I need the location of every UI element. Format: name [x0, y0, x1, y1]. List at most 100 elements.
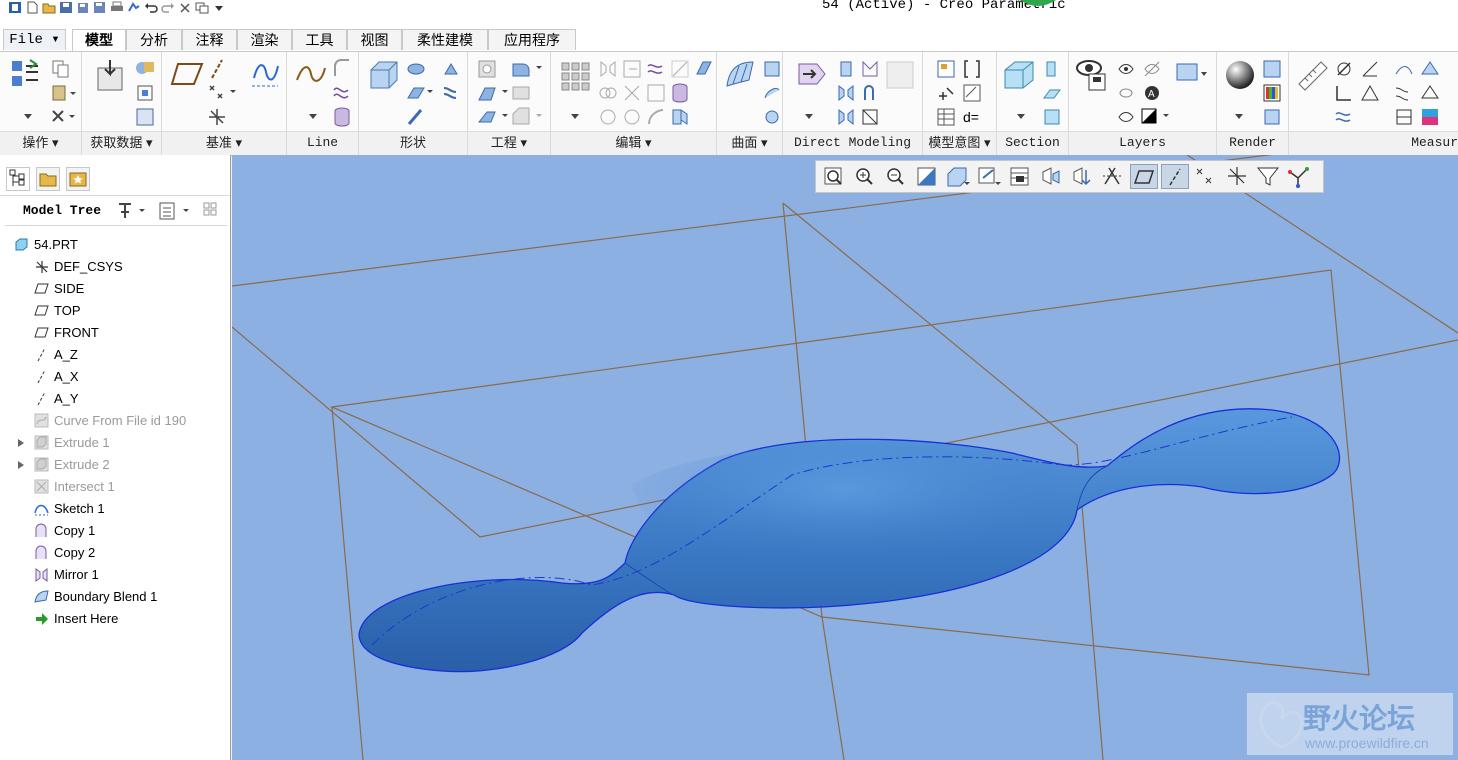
boundary-blend-surface[interactable] — [358, 408, 1341, 673]
sketch-icon[interactable] — [250, 58, 280, 90]
print-icon[interactable] — [110, 1, 124, 14]
tab-folder-browser[interactable] — [36, 167, 60, 191]
copy-icon[interactable] — [50, 58, 72, 80]
new-icon[interactable] — [25, 1, 39, 14]
scene-icon[interactable] — [1223, 58, 1257, 92]
distance-icon[interactable] — [1333, 58, 1355, 80]
display-style-icon[interactable] — [1139, 106, 1173, 128]
hide-dropdown-icon[interactable] — [1115, 106, 1137, 128]
simulation-icon[interactable] — [1285, 164, 1313, 189]
dropdown-icon[interactable] — [305, 110, 323, 124]
tab-model[interactable]: 模型 — [72, 29, 126, 52]
mirror-icon[interactable] — [597, 58, 619, 80]
dropdown-icon[interactable] — [801, 110, 819, 124]
delete-icon[interactable] — [50, 108, 78, 126]
tab-file[interactable]: File ▾ — [3, 29, 66, 50]
symmetry-icon[interactable] — [835, 106, 857, 128]
windows-icon[interactable] — [195, 1, 209, 14]
section-view-icon[interactable] — [1001, 58, 1037, 92]
dropdown-icon[interactable] — [1013, 110, 1031, 124]
user-defined-feature-icon[interactable] — [94, 58, 130, 94]
save-backup-icon[interactable] — [93, 1, 107, 14]
shell-icon[interactable] — [476, 82, 510, 104]
draft-analysis-icon[interactable] — [1393, 106, 1415, 128]
section-analysis-icon[interactable] — [1419, 58, 1441, 80]
draft-icon[interactable] — [476, 106, 510, 128]
display-style-icon[interactable] — [944, 164, 972, 189]
point-display-icon[interactable] — [1192, 164, 1220, 189]
section-zone-icon[interactable] — [1041, 106, 1063, 128]
tab-model-tree[interactable] — [6, 167, 30, 191]
render-window-icon[interactable] — [1261, 58, 1283, 80]
relations-table-icon[interactable] — [961, 82, 983, 104]
wrap-curve-icon[interactable] — [597, 106, 619, 128]
redo-icon[interactable] — [161, 1, 175, 14]
room-icon[interactable] — [1261, 106, 1283, 128]
group-label-engineering[interactable]: 工程 ▾ — [468, 131, 550, 155]
offset-icon[interactable] — [669, 58, 691, 80]
edit-chamfer-icon[interactable] — [859, 106, 881, 128]
length-icon[interactable] — [1333, 82, 1355, 104]
switch-dimensions-icon[interactable] — [935, 82, 957, 104]
tab-favorites[interactable] — [66, 167, 90, 191]
mirror-geometry-icon[interactable] — [835, 82, 857, 104]
zoom-out-icon[interactable] — [882, 164, 910, 189]
regenerate-icon[interactable] — [10, 58, 44, 92]
freestyle-icon[interactable] — [761, 106, 783, 128]
group-label-editing[interactable]: 编辑 ▾ — [551, 131, 716, 155]
hole-icon[interactable] — [476, 58, 498, 80]
merge-inheritance-icon[interactable] — [134, 106, 156, 128]
style-icon[interactable] — [761, 82, 783, 104]
hide-icon[interactable] — [1115, 58, 1137, 80]
project-icon[interactable] — [645, 82, 667, 104]
sweep-icon[interactable] — [405, 82, 435, 104]
wrap-icon[interactable] — [331, 82, 353, 104]
pattern-recognition-icon[interactable] — [859, 58, 881, 80]
split-icon[interactable] — [645, 106, 667, 128]
dropdown-icon[interactable] — [567, 110, 585, 124]
bill-of-materials-icon[interactable] — [935, 106, 957, 128]
group-label-datum[interactable]: 基准 ▾ — [162, 131, 286, 155]
appearance-icon[interactable] — [1254, 164, 1282, 189]
save-icon[interactable] — [59, 1, 73, 14]
save-copy-icon[interactable] — [76, 1, 90, 14]
edit-round-icon[interactable] — [859, 82, 881, 104]
tab-applications[interactable]: 应用程序 — [488, 29, 576, 50]
angle-icon[interactable] — [1359, 58, 1381, 80]
tab-annotate[interactable]: 注释 — [182, 29, 237, 50]
group-label-surfaces[interactable]: 曲面 ▾ — [717, 131, 782, 155]
saved-orientations-icon[interactable] — [975, 164, 1003, 189]
tab-view[interactable]: 视图 — [347, 29, 402, 50]
unhide-icon[interactable] — [1141, 58, 1163, 80]
reflection-icon[interactable] — [1419, 106, 1441, 128]
datum-plane-icon[interactable] — [170, 60, 204, 88]
tab-render[interactable]: 渲染 — [237, 29, 292, 50]
axis-display-icon[interactable] — [1161, 164, 1189, 189]
substitute-icon[interactable] — [883, 58, 917, 92]
refit-icon[interactable] — [820, 164, 848, 189]
undo-icon[interactable] — [144, 1, 158, 14]
tab-analysis[interactable]: 分析 — [126, 29, 182, 50]
dropdown-icon[interactable] — [20, 110, 38, 124]
extrude-icon[interactable] — [367, 58, 401, 92]
relations-icon[interactable]: d= — [961, 106, 983, 128]
group-label-model-intent[interactable]: 模型意图 ▾ — [923, 131, 996, 155]
offset-analysis-icon[interactable] — [1393, 82, 1415, 104]
boundary-blend-icon[interactable] — [723, 58, 757, 92]
close-window-icon[interactable] — [178, 1, 192, 14]
layers-icon[interactable] — [1075, 58, 1109, 92]
dropdown-icon[interactable] — [1231, 110, 1249, 124]
trim-icon[interactable] — [645, 58, 667, 80]
datum-point-icon[interactable] — [206, 82, 240, 104]
annotation-display-icon[interactable] — [1099, 164, 1127, 189]
paste-icon[interactable] — [50, 84, 78, 102]
solidify-icon[interactable] — [669, 82, 691, 104]
merge-icon[interactable] — [597, 82, 619, 104]
tree-filters-icon[interactable] — [201, 200, 223, 222]
section-planar-icon[interactable] — [1041, 58, 1063, 80]
measure-icon[interactable] — [1295, 58, 1329, 92]
curve-icon[interactable] — [295, 62, 327, 86]
view-manager-icon[interactable] — [1006, 164, 1034, 189]
move-geometry-icon[interactable] — [835, 58, 857, 80]
customize-icon[interactable] — [212, 1, 226, 14]
